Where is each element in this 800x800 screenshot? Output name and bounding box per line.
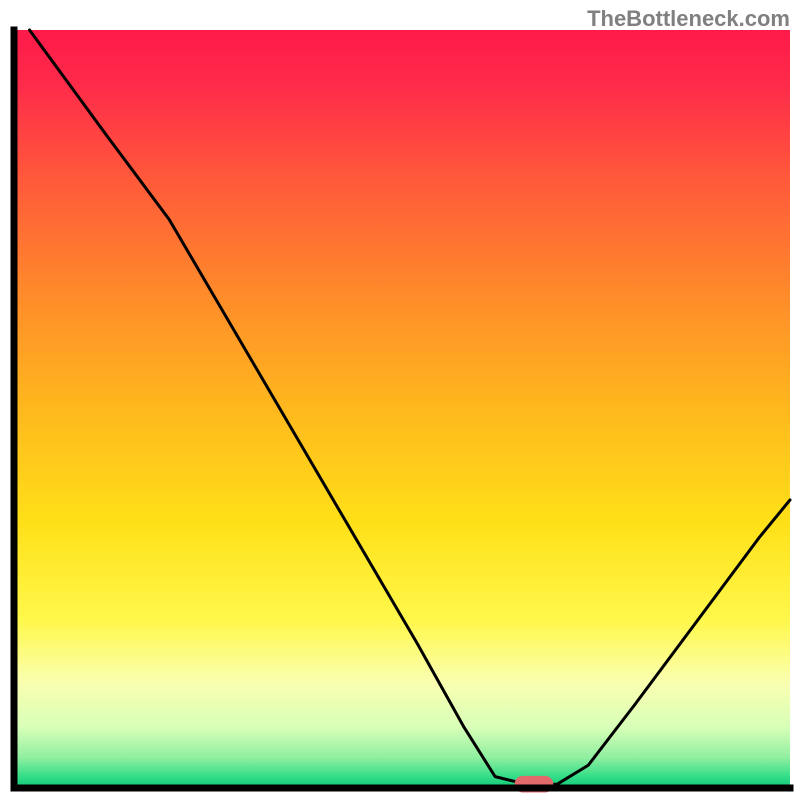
watermark-label: TheBottleneck.com xyxy=(587,6,790,32)
plot-area xyxy=(14,30,790,793)
gradient-background xyxy=(14,30,790,788)
chart-container: TheBottleneck.com xyxy=(0,0,800,800)
bottleneck-chart xyxy=(0,0,800,800)
